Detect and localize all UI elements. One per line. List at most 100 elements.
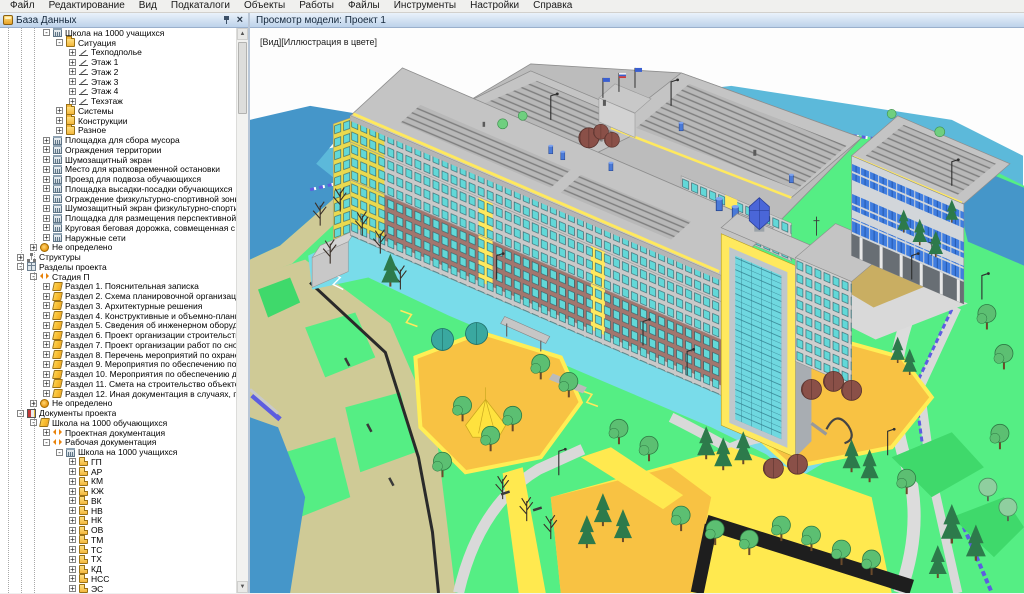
tree-expander[interactable]: +: [43, 390, 50, 397]
tree-item[interactable]: + Раздел 8. Перечень мероприятий по охра…: [0, 350, 236, 360]
scroll-down-button[interactable]: ▼: [237, 581, 248, 593]
tree-expander[interactable]: +: [56, 127, 63, 134]
tree-item[interactable]: + НВ: [0, 506, 236, 516]
tree-item[interactable]: + Системы: [0, 106, 236, 116]
tree-expander[interactable]: -: [56, 39, 63, 46]
menu-item[interactable]: Настройки: [463, 0, 526, 12]
menu-item[interactable]: Подкаталоги: [164, 0, 237, 12]
tree-item[interactable]: + Раздел 10. Мероприятия по обеспечению …: [0, 369, 236, 379]
tree-expander[interactable]: +: [69, 458, 76, 465]
tree-expander[interactable]: +: [43, 205, 50, 212]
tree-item[interactable]: + Проектная документация: [0, 428, 236, 438]
close-icon[interactable]: ×: [237, 15, 243, 25]
tree-expander[interactable]: +: [69, 566, 76, 573]
tree-item[interactable]: + Раздел 7. Проект организации работ по …: [0, 340, 236, 350]
tree-item[interactable]: - Школа на 1000 учащихся: [0, 447, 236, 457]
tree-item[interactable]: + Раздел 5. Сведения об инженерном обору…: [0, 321, 236, 331]
menu-item[interactable]: Работы: [292, 0, 341, 12]
tree-item[interactable]: + Шумозащитный экран физкультурно-спорти…: [0, 204, 236, 214]
tree-item[interactable]: + Раздел 12. Иная документация в случаях…: [0, 389, 236, 399]
tree-item[interactable]: + Этаж 1: [0, 57, 236, 67]
tree-expander[interactable]: +: [43, 322, 50, 329]
tree-item[interactable]: - Школа на 1000 учащихся: [0, 28, 236, 38]
tree-expander[interactable]: +: [43, 195, 50, 202]
tree-item[interactable]: + Наружные сети: [0, 233, 236, 243]
tree-expander[interactable]: +: [43, 332, 50, 339]
menu-item[interactable]: Редактирование: [42, 0, 132, 12]
tree-expander[interactable]: +: [43, 156, 50, 163]
tree-item[interactable]: + Раздел 9. Мероприятия по обеспечению п…: [0, 360, 236, 370]
tree-item[interactable]: + ОВ: [0, 525, 236, 535]
tree-item[interactable]: + Раздел 3. Архитектурные решения: [0, 301, 236, 311]
menu-item[interactable]: Файл: [3, 0, 42, 12]
menu-item[interactable]: Объекты: [237, 0, 292, 12]
tree-item[interactable]: + Ограждение физкультурно-спортивной зон…: [0, 194, 236, 204]
tree-item[interactable]: + КД: [0, 564, 236, 574]
tree-item[interactable]: - Рабочая документация: [0, 438, 236, 448]
tree-item[interactable]: + Площадка для размещения перспективной …: [0, 213, 236, 223]
tree-expander[interactable]: +: [69, 556, 76, 563]
tree-expander[interactable]: +: [43, 185, 50, 192]
tree-item[interactable]: + ГП: [0, 457, 236, 467]
tree-expander[interactable]: +: [43, 429, 50, 436]
tree-expander[interactable]: +: [69, 488, 76, 495]
tree-expander[interactable]: +: [56, 107, 63, 114]
tree-item[interactable]: + Место для кратковременной остановки: [0, 165, 236, 175]
tree-expander[interactable]: +: [69, 546, 76, 553]
tree-item[interactable]: + Не определено: [0, 399, 236, 409]
tree-expander[interactable]: -: [56, 449, 63, 456]
tree-item[interactable]: + КЖ: [0, 486, 236, 496]
tree-item[interactable]: + Раздел 2. Схема планировочной организа…: [0, 291, 236, 301]
tree-expander[interactable]: +: [69, 575, 76, 582]
tree-item[interactable]: + ТС: [0, 545, 236, 555]
tree-item[interactable]: + Этаж 3: [0, 77, 236, 87]
scroll-thumb[interactable]: [238, 42, 247, 114]
tree-item[interactable]: + Площадка высадки-посадки обучающихся: [0, 184, 236, 194]
tree-item[interactable]: + ЭС: [0, 584, 236, 593]
tree-expander[interactable]: +: [43, 234, 50, 241]
scroll-up-button[interactable]: ▲: [237, 28, 248, 40]
menu-item[interactable]: Файлы: [341, 0, 387, 12]
tree-item[interactable]: + ТМ: [0, 535, 236, 545]
tree-expander[interactable]: +: [69, 585, 76, 592]
tree-expander[interactable]: +: [43, 215, 50, 222]
tree-expander[interactable]: +: [43, 176, 50, 183]
tree-expander[interactable]: +: [69, 478, 76, 485]
tree-expander[interactable]: +: [43, 380, 50, 387]
tree-expander[interactable]: +: [69, 517, 76, 524]
tree-scrollbar[interactable]: ▲ ▼: [236, 28, 248, 593]
tree-expander[interactable]: +: [43, 351, 50, 358]
tree-expander[interactable]: -: [43, 29, 50, 36]
tree-expander[interactable]: +: [43, 371, 50, 378]
tree-item[interactable]: + Площадка для сбора мусора: [0, 135, 236, 145]
tree-item[interactable]: + НСС: [0, 574, 236, 584]
tree-expander[interactable]: +: [69, 497, 76, 504]
tree-item[interactable]: + Этаж 4: [0, 87, 236, 97]
tree-expander[interactable]: +: [69, 527, 76, 534]
tree-item[interactable]: + Шумозащитный экран: [0, 155, 236, 165]
tree-item[interactable]: - Разделы проекта: [0, 262, 236, 272]
tree-expander[interactable]: +: [43, 341, 50, 348]
tree-item[interactable]: + Техподполье: [0, 48, 236, 58]
tree-item[interactable]: - Школа на 1000 обучающихся: [0, 418, 236, 428]
menu-item[interactable]: Справка: [526, 0, 579, 12]
tree-item[interactable]: + Разное: [0, 126, 236, 136]
tree-expander[interactable]: +: [69, 49, 76, 56]
tree-item[interactable]: + НК: [0, 516, 236, 526]
tree-expander[interactable]: +: [69, 88, 76, 95]
tree-item[interactable]: - Документы проекта: [0, 408, 236, 418]
tree-item[interactable]: + Круговая беговая дорожка, совмещенная …: [0, 223, 236, 233]
menu-item[interactable]: Вид: [132, 0, 164, 12]
tree-expander[interactable]: +: [43, 283, 50, 290]
tree-item[interactable]: + Раздел 11. Смета на строительство объе…: [0, 379, 236, 389]
tree-item[interactable]: + Этаж 2: [0, 67, 236, 77]
tree-item[interactable]: + Структуры: [0, 252, 236, 262]
tree-expander[interactable]: +: [43, 312, 50, 319]
tree-expander[interactable]: +: [43, 361, 50, 368]
tree-expander[interactable]: +: [69, 468, 76, 475]
tree-expander[interactable]: +: [43, 166, 50, 173]
tree-item[interactable]: + ВК: [0, 496, 236, 506]
tree-item[interactable]: + Не определено: [0, 243, 236, 253]
tree-expander[interactable]: +: [43, 137, 50, 144]
tree-expander[interactable]: +: [69, 59, 76, 66]
